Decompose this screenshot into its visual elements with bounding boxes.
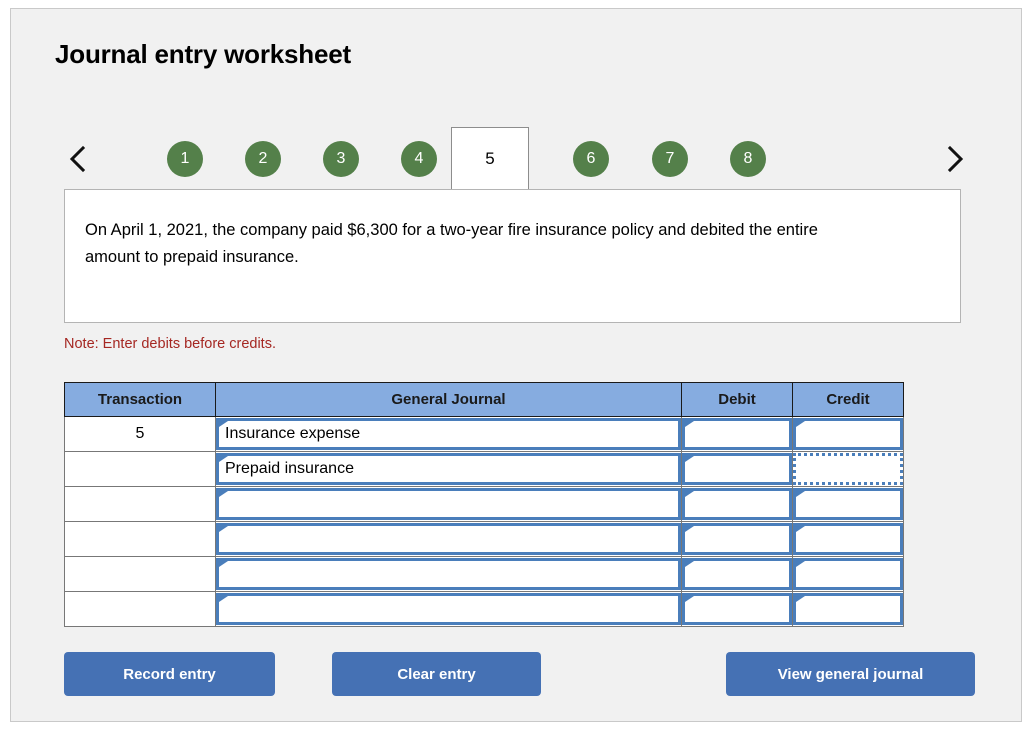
dropdown-triangle-icon <box>685 526 694 538</box>
transaction-tab-strip: 1 2 3 4 5 6 7 8 <box>55 127 983 191</box>
dropdown-triangle-icon <box>796 561 805 573</box>
column-header-credit: Credit <box>792 382 904 417</box>
dropdown-triangle-icon <box>796 421 805 433</box>
column-header-transaction: Transaction <box>64 382 216 417</box>
debit-input-cell[interactable] <box>681 521 793 557</box>
credit-input-cell[interactable] <box>792 416 904 452</box>
chevron-right-icon[interactable] <box>940 141 970 177</box>
dropdown-triangle-icon <box>796 596 805 608</box>
account-dropdown-cell[interactable]: Prepaid insurance <box>215 451 682 487</box>
account-dropdown-cell[interactable] <box>215 521 682 557</box>
credit-input-cell-selected[interactable] <box>792 451 904 487</box>
dropdown-triangle-icon <box>796 491 805 503</box>
dropdown-triangle-icon <box>219 596 228 608</box>
account-dropdown-cell[interactable] <box>215 591 682 627</box>
view-general-journal-button[interactable]: View general journal <box>726 652 975 696</box>
column-header-debit: Debit <box>681 382 793 417</box>
tab-transaction-3[interactable]: 3 <box>323 141 359 177</box>
debit-input-cell[interactable] <box>681 416 793 452</box>
tab-transaction-2[interactable]: 2 <box>245 141 281 177</box>
transaction-number-cell[interactable] <box>64 591 216 627</box>
debits-before-credits-note: Note: Enter debits before credits. <box>64 336 276 352</box>
transaction-number-cell[interactable]: 5 <box>64 416 216 452</box>
dropdown-triangle-icon <box>685 421 694 433</box>
worksheet-panel: Journal entry worksheet 1 2 3 4 5 6 7 8 … <box>10 8 1022 722</box>
table-row <box>64 486 904 522</box>
transaction-description-box: On April 1, 2021, the company paid $6,30… <box>64 189 961 323</box>
journal-entry-worksheet-page: Journal entry worksheet 1 2 3 4 5 6 7 8 … <box>0 0 1036 744</box>
dropdown-triangle-icon <box>219 561 228 573</box>
transaction-description-text: On April 1, 2021, the company paid $6,30… <box>85 221 818 266</box>
account-dropdown-cell[interactable] <box>215 556 682 592</box>
account-dropdown-cell[interactable] <box>215 486 682 522</box>
tab-transaction-7[interactable]: 7 <box>652 141 688 177</box>
credit-input-cell[interactable] <box>792 556 904 592</box>
debit-input-cell[interactable] <box>681 591 793 627</box>
tab-transaction-1[interactable]: 1 <box>167 141 203 177</box>
account-dropdown-cell[interactable]: Insurance expense <box>215 416 682 452</box>
debit-input-cell[interactable] <box>681 451 793 487</box>
transaction-number-cell[interactable] <box>64 556 216 592</box>
tab-transaction-4[interactable]: 4 <box>401 141 437 177</box>
table-header-row: Transaction General Journal Debit Credit <box>64 382 904 417</box>
transaction-number-cell[interactable] <box>64 451 216 487</box>
dropdown-triangle-icon <box>685 491 694 503</box>
record-entry-button[interactable]: Record entry <box>64 652 275 696</box>
transaction-number-cell[interactable] <box>64 486 216 522</box>
credit-input-cell[interactable] <box>792 521 904 557</box>
dropdown-triangle-icon <box>219 456 228 468</box>
debit-input-cell[interactable] <box>681 486 793 522</box>
transaction-number-cell[interactable] <box>64 521 216 557</box>
table-row: 5 Insurance expense <box>64 416 904 452</box>
chevron-left-icon[interactable] <box>63 141 93 177</box>
tab-transaction-5[interactable]: 5 <box>451 127 529 189</box>
dropdown-triangle-icon <box>796 526 805 538</box>
page-title: Journal entry worksheet <box>55 39 351 69</box>
credit-input-cell[interactable] <box>792 591 904 627</box>
table-row: Prepaid insurance <box>64 451 904 487</box>
clear-entry-button[interactable]: Clear entry <box>332 652 541 696</box>
column-header-general-journal: General Journal <box>215 382 682 417</box>
table-row <box>64 591 904 627</box>
debit-input-cell[interactable] <box>681 556 793 592</box>
journal-entry-table: Transaction General Journal Debit Credit… <box>64 382 904 627</box>
table-row <box>64 521 904 557</box>
dropdown-triangle-icon <box>685 561 694 573</box>
credit-input-cell[interactable] <box>792 486 904 522</box>
dropdown-triangle-icon <box>219 491 228 503</box>
tab-transaction-8[interactable]: 8 <box>730 141 766 177</box>
account-name: Prepaid insurance <box>225 460 354 477</box>
dropdown-triangle-icon <box>685 596 694 608</box>
dropdown-triangle-icon <box>219 526 228 538</box>
dropdown-triangle-icon <box>685 456 694 468</box>
account-name: Insurance expense <box>225 425 361 442</box>
tab-transaction-6[interactable]: 6 <box>573 141 609 177</box>
dropdown-triangle-icon <box>219 421 228 433</box>
table-row <box>64 556 904 592</box>
